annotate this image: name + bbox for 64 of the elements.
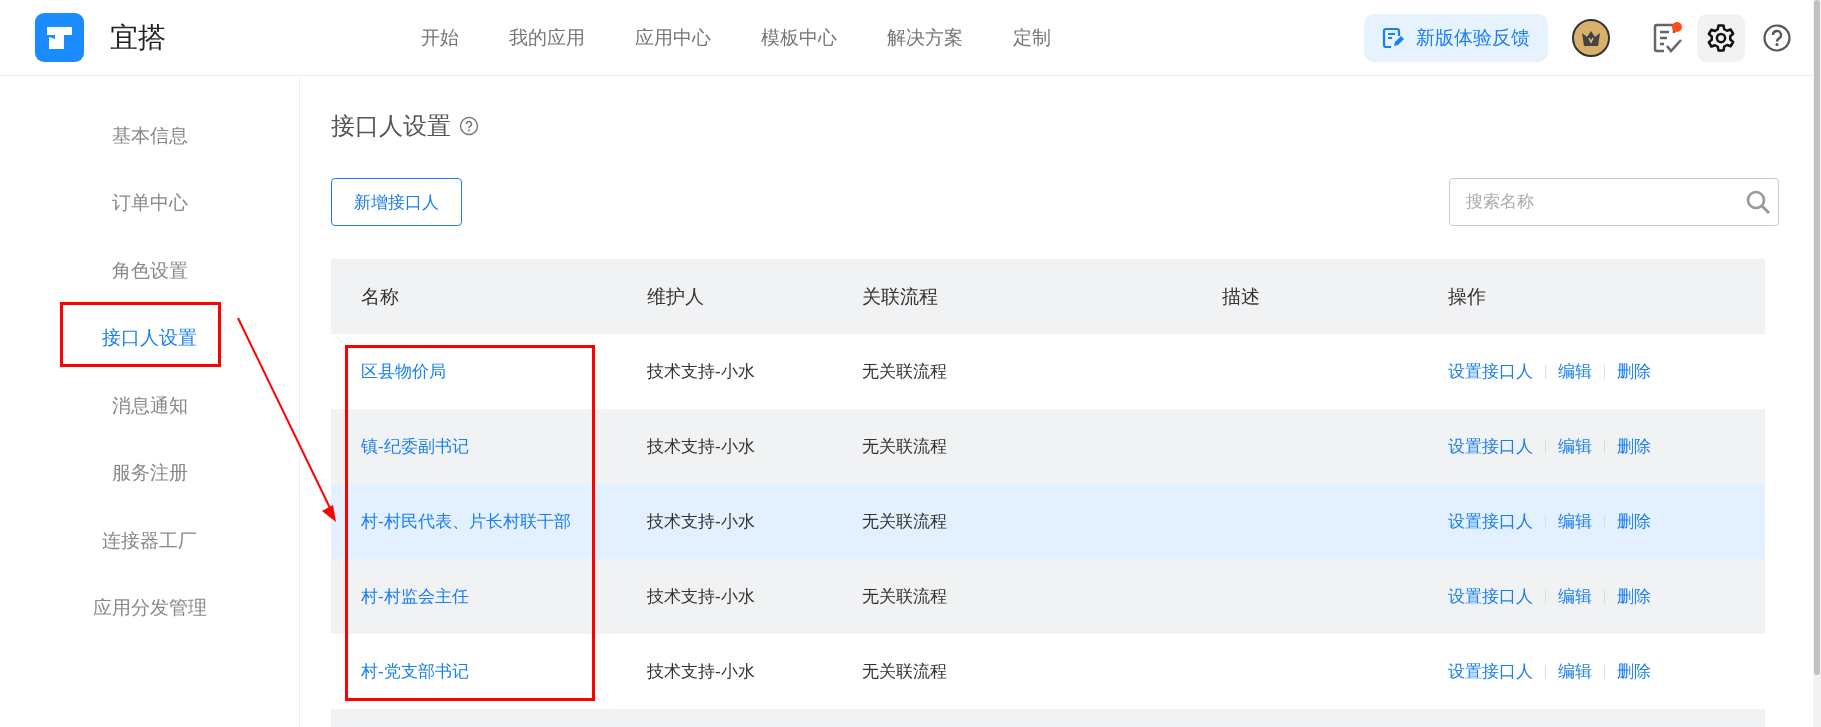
action-link[interactable]: 删除	[1617, 585, 1651, 608]
add-contact-button[interactable]: 新增接口人	[331, 178, 462, 226]
contact-name-link[interactable]: 镇-纪委副书记	[331, 435, 617, 458]
page-title: 接口人设置	[331, 111, 451, 141]
maintainer-cell-text: 技术支持-小水	[646, 361, 756, 383]
sidebar-item[interactable]: 服务注册	[111, 439, 188, 507]
column-header: 关联流程	[861, 284, 939, 309]
nav-link[interactable]: 应用中心	[610, 24, 736, 51]
process-cell-text: 无关联流程	[861, 436, 948, 458]
action-link[interactable]: 编辑	[1558, 510, 1592, 533]
nav-link[interactable]: 开始	[396, 24, 484, 51]
task-list-icon[interactable]	[1652, 20, 1684, 55]
column-header: 描述	[1221, 284, 1261, 309]
gear-icon	[1706, 22, 1736, 53]
contact-name-link[interactable]: 区县物价局	[331, 360, 617, 383]
sidebar-item[interactable]: 订单中心	[111, 169, 188, 237]
sidebar-item[interactable]: 基本信息	[111, 102, 188, 170]
column-header: 操作	[1447, 284, 1487, 309]
action-link[interactable]: 删除	[1617, 435, 1651, 458]
action-link[interactable]: 编辑	[1558, 360, 1592, 383]
maintainer-cell-text: 技术支持-小水	[646, 661, 756, 683]
sidebar-item[interactable]: 角色设置	[111, 237, 188, 305]
crown-avatar-icon[interactable]	[1572, 18, 1610, 57]
sidebar-item[interactable]: 消息通知	[111, 372, 188, 440]
logo-icon	[35, 13, 84, 62]
action-link[interactable]: 设置接口人	[1448, 435, 1533, 458]
edit-note-icon	[1382, 26, 1404, 49]
feedback-button[interactable]: 新版体验反馈	[1364, 13, 1548, 62]
action-link[interactable]: 设置接口人	[1448, 360, 1533, 383]
action-link[interactable]: 编辑	[1558, 435, 1592, 458]
settings-button[interactable]	[1697, 13, 1745, 62]
contact-name-link[interactable]: 村-村监会主任	[331, 585, 617, 608]
maintainer-cell-text: 技术支持-小水	[646, 586, 756, 608]
column-header: 名称	[360, 284, 400, 309]
sidebar-item[interactable]: 应用分发管理	[92, 574, 207, 642]
search-field[interactable]: 搜索名称	[1449, 178, 1779, 226]
sidebar-item[interactable]: 接口人设置	[102, 304, 197, 372]
action-link[interactable]: 编辑	[1558, 585, 1592, 608]
help-icon[interactable]	[459, 116, 479, 136]
sidebar-item[interactable]: 连接器工厂	[102, 507, 197, 575]
brand-name: 宜搭	[110, 20, 166, 55]
action-link[interactable]: 编辑	[1558, 660, 1592, 683]
contact-name-link[interactable]: 村-村民代表、片长村联干部	[331, 510, 617, 533]
process-cell-text: 无关联流程	[861, 586, 948, 608]
nav-link[interactable]: 定制	[988, 24, 1076, 51]
scrollbar[interactable]	[1813, 0, 1821, 727]
action-link[interactable]: 删除	[1617, 660, 1651, 683]
maintainer-cell-text: 技术支持-小水	[646, 436, 756, 458]
contact-name-link[interactable]: 村-党支部书记	[331, 660, 617, 683]
help-icon[interactable]	[1763, 23, 1791, 52]
maintainer-cell-text: 技术支持-小水	[646, 511, 756, 533]
process-cell-text: 无关联流程	[861, 361, 948, 383]
action-link[interactable]: 设置接口人	[1448, 510, 1533, 533]
search-icon[interactable]	[1745, 189, 1771, 215]
process-cell-text: 无关联流程	[861, 511, 948, 533]
nav-link[interactable]: 解决方案	[862, 24, 988, 51]
column-header: 维护人	[646, 284, 705, 309]
action-link[interactable]: 删除	[1617, 360, 1651, 383]
action-link[interactable]: 设置接口人	[1448, 660, 1533, 683]
process-cell-text: 无关联流程	[861, 661, 948, 683]
nav-link[interactable]: 我的应用	[484, 24, 610, 51]
action-link[interactable]: 设置接口人	[1448, 585, 1533, 608]
action-link[interactable]: 删除	[1617, 510, 1651, 533]
nav-link[interactable]: 模板中心	[736, 24, 862, 51]
